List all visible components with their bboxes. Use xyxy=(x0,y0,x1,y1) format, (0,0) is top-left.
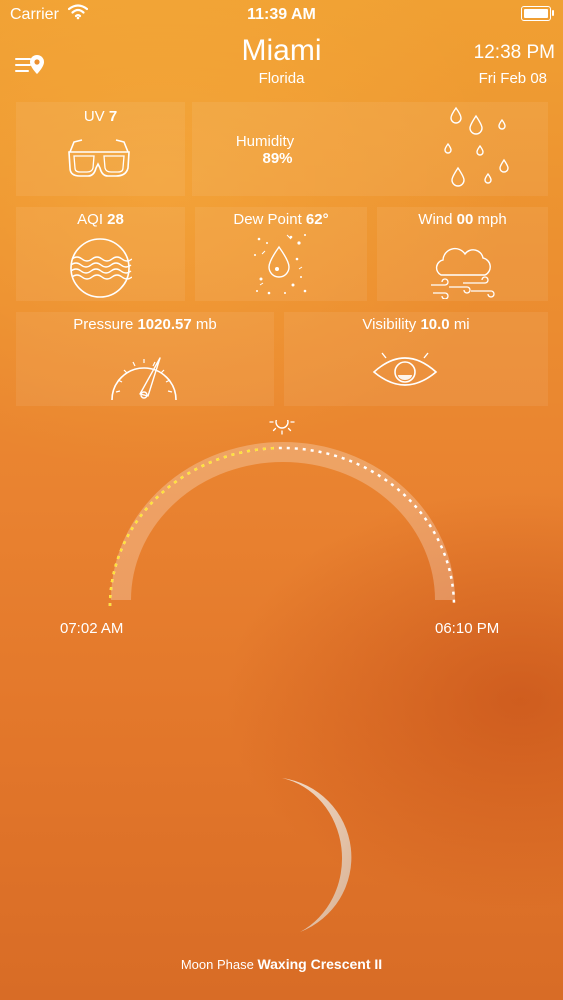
sunrise-time: 07:02 AM xyxy=(60,620,124,637)
pressure-unit: mb xyxy=(195,316,217,333)
visibility-label: Visibility xyxy=(362,316,417,333)
status-time: 11:39 AM xyxy=(247,6,316,23)
sunset-time: 06:10 PM xyxy=(435,620,500,637)
moon-phase-value: Waxing Crescent II xyxy=(257,956,383,972)
humidity-tile: Humidity 89% xyxy=(192,102,548,196)
eye-icon xyxy=(372,352,438,386)
wind-tile: Wind 00 mph xyxy=(377,207,548,301)
local-time: 12:38 PM xyxy=(473,42,555,63)
humidity-label: Humidity xyxy=(235,133,295,150)
crescent-moon-icon xyxy=(282,778,352,932)
aqi-tile: AQI 28 xyxy=(16,207,185,301)
aqi-value: 28 xyxy=(107,211,124,228)
3d-glasses-icon xyxy=(68,139,130,177)
uv-label: UV xyxy=(83,108,105,125)
dew-point-label: Dew Point xyxy=(233,211,302,228)
visibility-value: 10.0 xyxy=(420,316,450,333)
visibility-tile: Visibility 10.0 mi xyxy=(284,312,548,406)
wind-label: Wind xyxy=(418,211,453,228)
moon-phase-caption: Moon Phase Waxing Crescent II xyxy=(0,956,563,972)
uv-tile: UV 7 xyxy=(16,102,185,196)
wind-value: 00 xyxy=(456,211,474,228)
moon-phase-label: Moon Phase xyxy=(180,957,254,972)
wind-unit: mph xyxy=(477,211,507,228)
local-date: Fri Feb 08 xyxy=(478,70,547,87)
dew-point-value: 62° xyxy=(305,211,329,228)
wind-cloud-icon xyxy=(431,247,495,299)
battery-icon xyxy=(521,6,554,21)
humidity-value: 89% xyxy=(262,150,293,167)
dew-point-tile: Dew Point 62° xyxy=(195,207,367,301)
uv-value: 7 xyxy=(108,108,118,125)
raindrops-icon xyxy=(444,106,509,187)
air-waves-icon xyxy=(70,238,132,298)
pressure-value: 1020.57 xyxy=(137,316,192,333)
visibility-unit: mi xyxy=(453,316,470,333)
sun-arc-elapsed xyxy=(108,446,456,607)
pressure-tile: Pressure 1020.57 mb xyxy=(16,312,274,406)
dew-drop-icon xyxy=(254,234,307,295)
aqi-label: AQI xyxy=(77,211,103,228)
sun-path-arc xyxy=(108,420,456,607)
gauge-icon xyxy=(111,357,177,401)
status-bar: Carrier 11:39 AM xyxy=(0,0,563,30)
sun-icon xyxy=(269,420,295,435)
pressure-label: Pressure xyxy=(73,316,134,333)
sun-arc-remaining xyxy=(108,446,456,607)
